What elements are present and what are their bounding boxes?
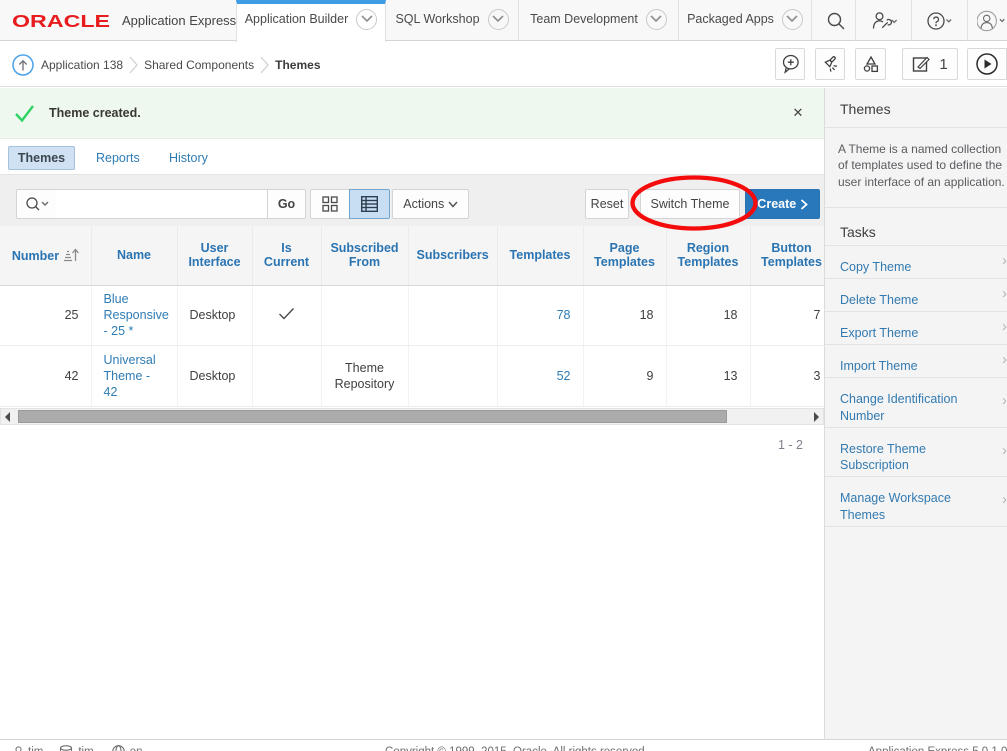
svg-text:ORACLE: ORACLE bbox=[12, 11, 110, 31]
